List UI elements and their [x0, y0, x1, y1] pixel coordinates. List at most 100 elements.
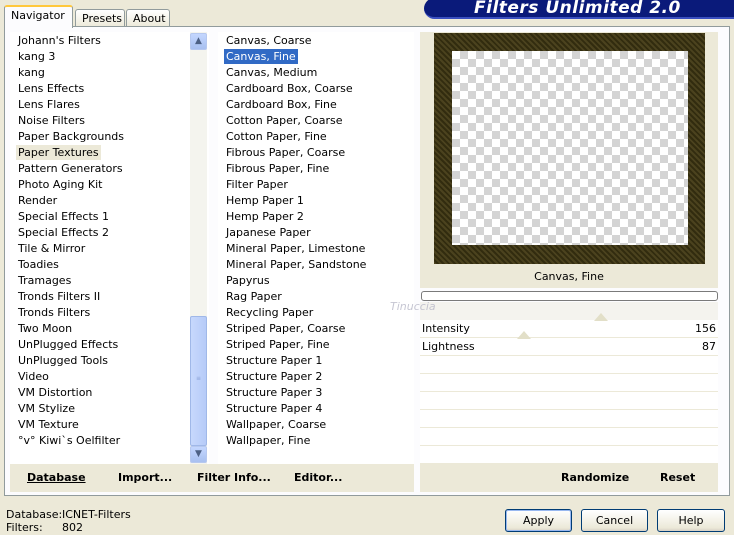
tab-presets[interactable]: Presets: [75, 9, 125, 27]
title-banner: Filters Unlimited 2.0: [424, 0, 734, 19]
category-list-item[interactable]: Lens Flares: [16, 97, 82, 112]
filter-list-item[interactable]: Papyrus: [224, 273, 272, 288]
category-list-item[interactable]: VM Distortion: [16, 385, 94, 400]
param-row-empty: [420, 410, 718, 428]
filter-list-item[interactable]: Japanese Paper: [224, 225, 313, 240]
param-value: 156: [695, 322, 716, 335]
filter-list-item[interactable]: Canvas, Coarse: [224, 33, 314, 48]
filter-list-item[interactable]: Rag Paper: [224, 289, 284, 304]
category-list-item[interactable]: VM Stylize: [16, 401, 77, 416]
category-list-item[interactable]: VM Texture: [16, 417, 81, 432]
category-list-item[interactable]: UnPlugged Tools: [16, 353, 110, 368]
filter-name-area: Canvas, Fine: [420, 266, 718, 288]
param-row-empty: [420, 392, 718, 410]
slider-marker[interactable]: [517, 331, 531, 339]
filter-info-button[interactable]: Filter Info...: [197, 471, 271, 484]
filter-list-item[interactable]: Canvas, Medium: [224, 65, 319, 80]
category-list-item[interactable]: Special Effects 1: [16, 209, 111, 224]
parameter-area: Intensity 156 Lightness 87: [420, 302, 718, 464]
category-list-item[interactable]: Render: [16, 193, 59, 208]
param-label: Lightness: [422, 340, 475, 353]
filter-list-item[interactable]: Hemp Paper 2: [224, 209, 306, 224]
category-list-item[interactable]: Toadies: [16, 257, 61, 272]
filter-list-item[interactable]: Striped Paper, Coarse: [224, 321, 347, 336]
category-list-item[interactable]: kang 3: [16, 49, 57, 64]
filter-list-item[interactable]: Fibrous Paper, Coarse: [224, 145, 347, 160]
category-list-item[interactable]: UnPlugged Effects: [16, 337, 120, 352]
category-list-item[interactable]: Tronds Filters II: [16, 289, 102, 304]
category-list-item[interactable]: °v° Kiwi`s Oelfilter: [16, 433, 122, 448]
cancel-button[interactable]: Cancel: [581, 509, 648, 532]
status-footer: Database:ICNET-Filters Filters: 802: [6, 508, 131, 534]
filter-list-item[interactable]: Wallpaper, Fine: [224, 433, 312, 448]
param-label: Intensity: [422, 322, 470, 335]
category-list-item[interactable]: kang: [16, 65, 47, 80]
help-button[interactable]: Help: [657, 509, 725, 532]
import-button[interactable]: Import...: [118, 471, 172, 484]
progress-bar: [421, 291, 718, 301]
apply-button[interactable]: Apply: [505, 509, 572, 532]
filter-list-item[interactable]: Canvas, Fine: [223, 48, 299, 65]
filters-label: Filters:: [6, 521, 43, 534]
filter-list[interactable]: Canvas, Coarse Canvas, Fine Canvas, Medium…: [218, 32, 414, 464]
scroll-up-button[interactable]: ▲: [190, 33, 207, 50]
filter-list-item[interactable]: Cardboard Box, Fine: [224, 97, 339, 112]
randomize-button[interactable]: Randomize: [561, 471, 629, 484]
filter-list-item[interactable]: Filter Paper: [224, 177, 290, 192]
category-list-item[interactable]: Lens Effects: [16, 81, 86, 96]
filter-list-item[interactable]: Structure Paper 2: [224, 369, 324, 384]
navigator-button-bar: Database Import... Filter Info... Editor…: [10, 464, 414, 492]
category-list-item[interactable]: Paper Textures: [16, 145, 101, 160]
filter-list-item[interactable]: Striped Paper, Fine: [224, 337, 332, 352]
filter-list-item[interactable]: Structure Paper 1: [224, 353, 324, 368]
filter-list-item[interactable]: Fibrous Paper, Fine: [224, 161, 331, 176]
category-list-item[interactable]: Two Moon: [16, 321, 74, 336]
watermark: Tinuccia: [390, 300, 436, 313]
scroll-thumb[interactable]: ≡: [190, 316, 207, 446]
category-list-item[interactable]: Noise Filters: [16, 113, 87, 128]
param-row-intensity[interactable]: Intensity 156: [420, 320, 718, 338]
filter-list-item[interactable]: Cardboard Box, Coarse: [224, 81, 355, 96]
filters-count: 802: [62, 521, 83, 534]
param-row-lightness[interactable]: Lightness 87: [420, 338, 718, 356]
database-button-label: Database: [27, 471, 86, 484]
preview-button-bar: Randomize Reset: [420, 464, 718, 492]
preview-filter-name: Canvas, Fine: [534, 270, 604, 283]
preview-image[interactable]: [434, 33, 705, 264]
database-button[interactable]: Database: [27, 471, 86, 484]
filter-list-item[interactable]: Structure Paper 4: [224, 401, 324, 416]
filter-list-item[interactable]: Cotton Paper, Coarse: [224, 113, 345, 128]
category-list-item[interactable]: Tronds Filters: [16, 305, 92, 320]
tab-about[interactable]: About: [126, 9, 170, 27]
category-list-item[interactable]: Video: [16, 369, 51, 384]
param-row-empty: [420, 428, 718, 446]
scroll-down-button[interactable]: ▼: [190, 446, 207, 463]
database-value: ICNET-Filters: [62, 508, 131, 521]
reset-button[interactable]: Reset: [660, 471, 695, 484]
grip-icon: ≡: [196, 375, 202, 382]
category-scrollbar[interactable]: ▲ ≡ ▼: [190, 32, 207, 464]
banner-title: Filters Unlimited 2.0: [474, 0, 681, 18]
param-row-empty: [420, 374, 718, 392]
tab-navigator[interactable]: Navigator: [4, 5, 73, 28]
category-list[interactable]: Johann's Filters kang 3 kang Lens Effects Le…: [10, 32, 209, 464]
filter-list-item[interactable]: Wallpaper, Coarse: [224, 417, 328, 432]
category-list-item[interactable]: Paper Backgrounds: [16, 129, 126, 144]
filter-list-item[interactable]: Cotton Paper, Fine: [224, 129, 329, 144]
param-row-empty: [420, 446, 718, 464]
category-list-item[interactable]: Pattern Generators: [16, 161, 125, 176]
filter-list-item[interactable]: Mineral Paper, Limestone: [224, 241, 367, 256]
category-list-item[interactable]: Special Effects 2: [16, 225, 111, 240]
filter-list-item[interactable]: Hemp Paper 1: [224, 193, 306, 208]
category-list-item[interactable]: Johann's Filters: [16, 33, 103, 48]
filter-list-item[interactable]: Structure Paper 3: [224, 385, 324, 400]
param-value: 87: [702, 340, 716, 353]
category-list-item[interactable]: Tile & Mirror: [16, 241, 87, 256]
category-list-item[interactable]: Photo Aging Kit: [16, 177, 104, 192]
filter-list-item[interactable]: Recycling Paper: [224, 305, 315, 320]
param-row-empty: [420, 356, 718, 374]
filter-list-item[interactable]: Mineral Paper, Sandstone: [224, 257, 368, 272]
category-list-item[interactable]: Tramages: [16, 273, 73, 288]
editor-button[interactable]: Editor...: [294, 471, 342, 484]
slider-marker[interactable]: [594, 313, 608, 321]
